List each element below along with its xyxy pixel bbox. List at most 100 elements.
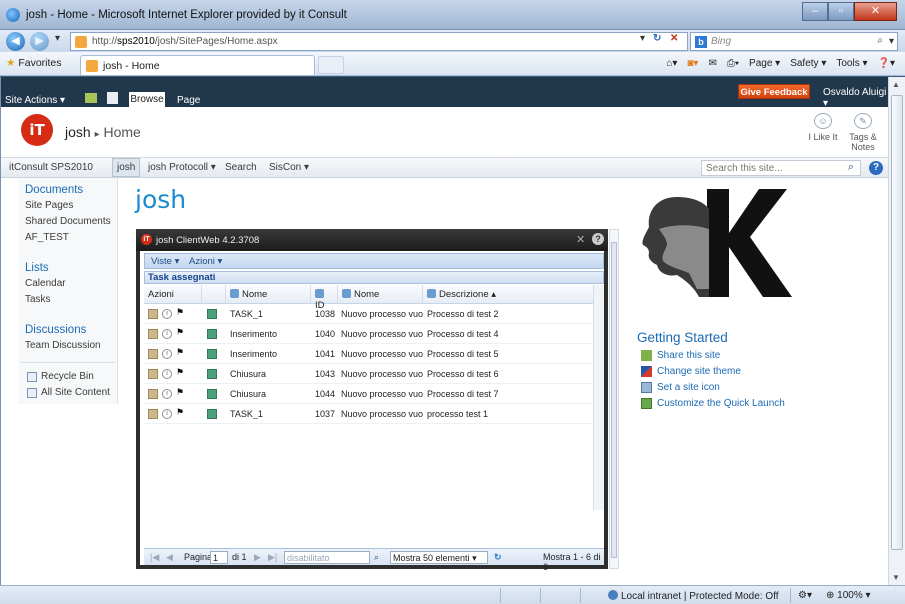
info-icon[interactable]: i: [162, 369, 172, 379]
table-row[interactable]: i⚑ Chiusura 1043 Nuovo processo vuot... …: [144, 364, 593, 384]
table-row[interactable]: i ⚑ TASK_1 1038 Nuovo processo vuoto Proc…: [144, 304, 593, 324]
webpart-page-scrollbar[interactable]: [609, 229, 619, 569]
flag-icon[interactable]: ⚑: [176, 307, 186, 317]
help-icon[interactable]: ?: [869, 161, 883, 175]
note-icon[interactable]: [148, 409, 158, 419]
azioni-menu[interactable]: Azioni ▾: [189, 256, 222, 267]
minimize-button[interactable]: –: [802, 2, 828, 21]
nav-josh[interactable]: josh: [112, 158, 141, 177]
search-engine-box[interactable]: b Bing ⌕ ▾: [690, 32, 898, 51]
refresh-icon[interactable]: ↻: [494, 552, 502, 563]
ql-recycle-bin[interactable]: Recycle Bin: [41, 371, 94, 382]
info-icon[interactable]: i: [162, 389, 172, 399]
table-row[interactable]: i ⚑ Inserimento 1041 Nuovo processo vuot.…: [144, 344, 593, 364]
note-icon[interactable]: [148, 369, 158, 379]
feeds-icon[interactable]: ◙▾: [687, 58, 698, 69]
give-feedback-button[interactable]: Give Feedback: [738, 84, 810, 99]
search-icon[interactable]: ⌕: [877, 35, 883, 46]
col-nome[interactable]: Nome: [226, 285, 311, 303]
mail-icon[interactable]: ✉: [708, 58, 716, 69]
scroll-up-icon[interactable]: ▲: [892, 80, 900, 89]
tags-notes-button[interactable]: ✎ Tags & Notes: [845, 113, 881, 152]
page-scrollbar[interactable]: ▲ ▼: [888, 77, 905, 585]
site-logo[interactable]: iT: [21, 114, 53, 146]
search-dropdown-icon[interactable]: ▾: [889, 36, 894, 47]
nav-itconsult[interactable]: itConsult SPS2010: [9, 162, 93, 173]
forward-arrow-icon[interactable]: ▶: [30, 32, 49, 51]
col-azioni[interactable]: Azioni: [144, 285, 202, 303]
tab-page[interactable]: Page: [177, 95, 200, 106]
table-row[interactable]: i ⚑ Inserimento 1040 Nuovo processo vuot.…: [144, 324, 593, 344]
mail-icon[interactable]: [207, 369, 217, 379]
new-tab-button[interactable]: [318, 56, 344, 74]
history-dropdown-icon[interactable]: ▾: [55, 33, 60, 44]
nav-josh-protocoll[interactable]: josh Protocoll ▾: [148, 162, 216, 173]
note-icon[interactable]: [148, 309, 158, 319]
safety-menu[interactable]: Safety ▾: [790, 58, 826, 69]
ql-team-discussion[interactable]: Team Discussion: [25, 340, 101, 351]
scroll-down-icon[interactable]: ▼: [892, 573, 900, 582]
gs-customize-quick-launch[interactable]: Customize the Quick Launch: [657, 398, 785, 409]
refresh-icon[interactable]: ↻: [653, 33, 661, 44]
flag-icon[interactable]: ⚑: [176, 367, 186, 377]
col-id[interactable]: ID: [311, 285, 338, 311]
search-icon[interactable]: ⌕: [374, 552, 379, 563]
stop-icon[interactable]: ✕: [670, 33, 678, 44]
address-dropdown-icon[interactable]: ▾: [640, 33, 645, 44]
next-page-icon[interactable]: ▶: [254, 552, 261, 563]
ql-af-test[interactable]: AF_TEST: [25, 232, 69, 243]
info-icon[interactable]: i: [162, 409, 172, 419]
add-on-icon[interactable]: ⚙▾: [798, 590, 812, 601]
maximize-button[interactable]: ▫: [828, 2, 854, 21]
back-arrow-icon[interactable]: ◀: [6, 32, 25, 51]
first-page-icon[interactable]: |◀: [150, 552, 159, 563]
col-nome-processo[interactable]: Nome: [338, 285, 423, 303]
help-menu[interactable]: ❓▾: [878, 58, 895, 69]
browser-tab[interactable]: josh - Home: [80, 55, 315, 75]
col-icon[interactable]: [202, 285, 226, 303]
site-actions-menu[interactable]: Site Actions ▾: [5, 95, 65, 106]
ql-calendar[interactable]: Calendar: [25, 278, 66, 289]
home-icon[interactable]: ⌂▾: [666, 58, 677, 69]
note-icon[interactable]: [148, 349, 158, 359]
mail-icon[interactable]: [207, 409, 217, 419]
ql-documents[interactable]: Documents: [25, 184, 83, 196]
print-icon[interactable]: ⎙▾: [727, 58, 739, 69]
i-like-it-button[interactable]: ☺ I Like It: [807, 113, 839, 142]
ql-all-site-content[interactable]: All Site Content: [41, 387, 110, 398]
zoom-level[interactable]: ⊕ 100% ▾: [826, 590, 871, 601]
ql-lists[interactable]: Lists: [25, 262, 49, 274]
filter-input[interactable]: disabilitato: [284, 551, 370, 564]
table-row[interactable]: i ⚑ TASK_1 1037 Nuovo processo vuoto proc…: [144, 404, 593, 424]
grid-scrollbar[interactable]: [593, 285, 604, 510]
user-menu[interactable]: Osvaldo Aluigi ▾: [823, 87, 889, 109]
info-icon[interactable]: i: [162, 329, 172, 339]
address-bar[interactable]: http://sps2010/josh/SitePages/Home.aspx: [70, 32, 688, 51]
prev-page-icon[interactable]: ◀: [166, 552, 173, 563]
mail-icon[interactable]: [207, 389, 217, 399]
gs-share-site[interactable]: Share this site: [657, 350, 720, 361]
scroll-thumb[interactable]: [891, 95, 903, 550]
gs-set-site-icon[interactable]: Set a site icon: [657, 382, 720, 393]
flag-icon[interactable]: ⚑: [176, 347, 186, 357]
ql-site-pages[interactable]: Site Pages: [25, 200, 73, 211]
search-icon[interactable]: ⌕: [848, 161, 854, 174]
site-search-input[interactable]: Search this site... ⌕: [701, 160, 861, 176]
ql-shared-documents[interactable]: Shared Documents: [25, 216, 111, 227]
flag-icon[interactable]: ⚑: [176, 407, 186, 417]
tools-menu[interactable]: Tools ▾: [836, 58, 867, 69]
table-row[interactable]: i⚑ Chiusura 1044 Nuovo processo vuot... …: [144, 384, 593, 404]
col-descrizione[interactable]: Descrizione ▴: [423, 285, 593, 303]
note-icon[interactable]: [148, 389, 158, 399]
gs-change-theme[interactable]: Change site theme: [657, 366, 741, 377]
flag-icon[interactable]: ⚑: [176, 327, 186, 337]
wrench-icon[interactable]: ✕: [576, 233, 585, 246]
last-page-icon[interactable]: ▶|: [268, 552, 277, 563]
security-zone[interactable]: Local intranet | Protected Mode: Off: [608, 590, 779, 602]
page-size-select[interactable]: Mostra 50 elementi ▾: [390, 551, 488, 564]
viste-menu[interactable]: Viste ▾: [151, 256, 179, 267]
page-number-input[interactable]: 1: [210, 551, 228, 564]
tab-browse[interactable]: Browse: [129, 92, 165, 107]
mail-icon[interactable]: [207, 349, 217, 359]
webpart-help-icon[interactable]: ?: [592, 233, 604, 245]
